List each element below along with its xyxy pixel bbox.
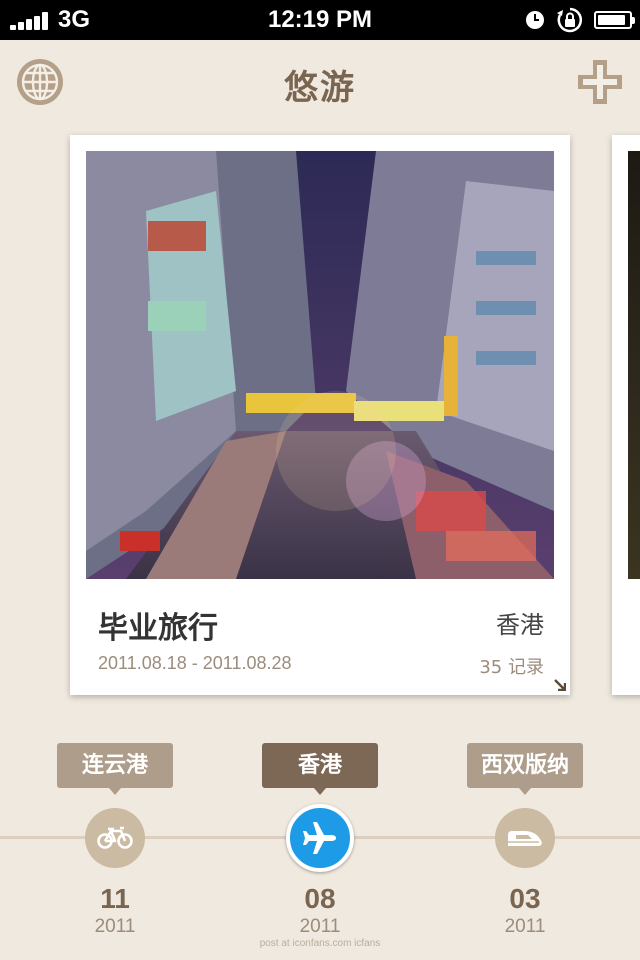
add-trip-button[interactable] [574,56,626,108]
nav-bar: 悠游 [0,40,640,126]
train-icon [508,831,542,846]
plus-icon [578,60,622,104]
timeline-year-hongkong: 2011 [299,916,341,937]
trip-place: 香港 [496,611,544,639]
timeline-day-xishuangbanna: 03 [509,883,541,914]
battery-icon [594,11,635,29]
timeline-year-lianyungang: 2011 [94,916,136,937]
timeline-day-hongkong: 08 [304,883,336,914]
next-trip-photo [628,151,640,579]
timeline-node-xishuangbanna[interactable] [495,808,555,868]
status-bar: 3G 12:19 PM [0,0,640,40]
page-title: 悠游 [284,68,356,108]
next-trip-card[interactable] [612,135,640,695]
alarm-icon [526,11,544,29]
trip-name: 毕业旅行 [98,611,218,646]
timeline-node-hongkong[interactable] [286,804,354,872]
resize-arrow-icon [554,679,566,691]
trip-card[interactable]: 毕业旅行 香港 2011.08.18 - 2011.08.28 35 记录 [70,135,570,695]
trip-photo[interactable] [86,151,554,579]
trip-dates: 2011.08.18 - 2011.08.28 [98,653,292,673]
bicycle-icon [97,826,133,849]
timeline-year-xishuangbanna: 2011 [504,916,546,937]
timeline-tag-xishuangbanna[interactable]: 西双版纳 [467,743,583,795]
timeline-tag-lianyungang[interactable]: 连云港 [57,743,173,795]
airplane-icon [303,822,336,854]
watermark: post at iconfans.com icfans [259,938,381,949]
timeline-node-lianyungang[interactable] [85,808,145,868]
record-count: 35 记录 [479,657,544,678]
timeline-tag-hongkong[interactable]: 香港 [262,743,378,795]
rotation-lock-icon [557,7,583,33]
timeline-day-lianyungang: 11 [100,883,130,914]
